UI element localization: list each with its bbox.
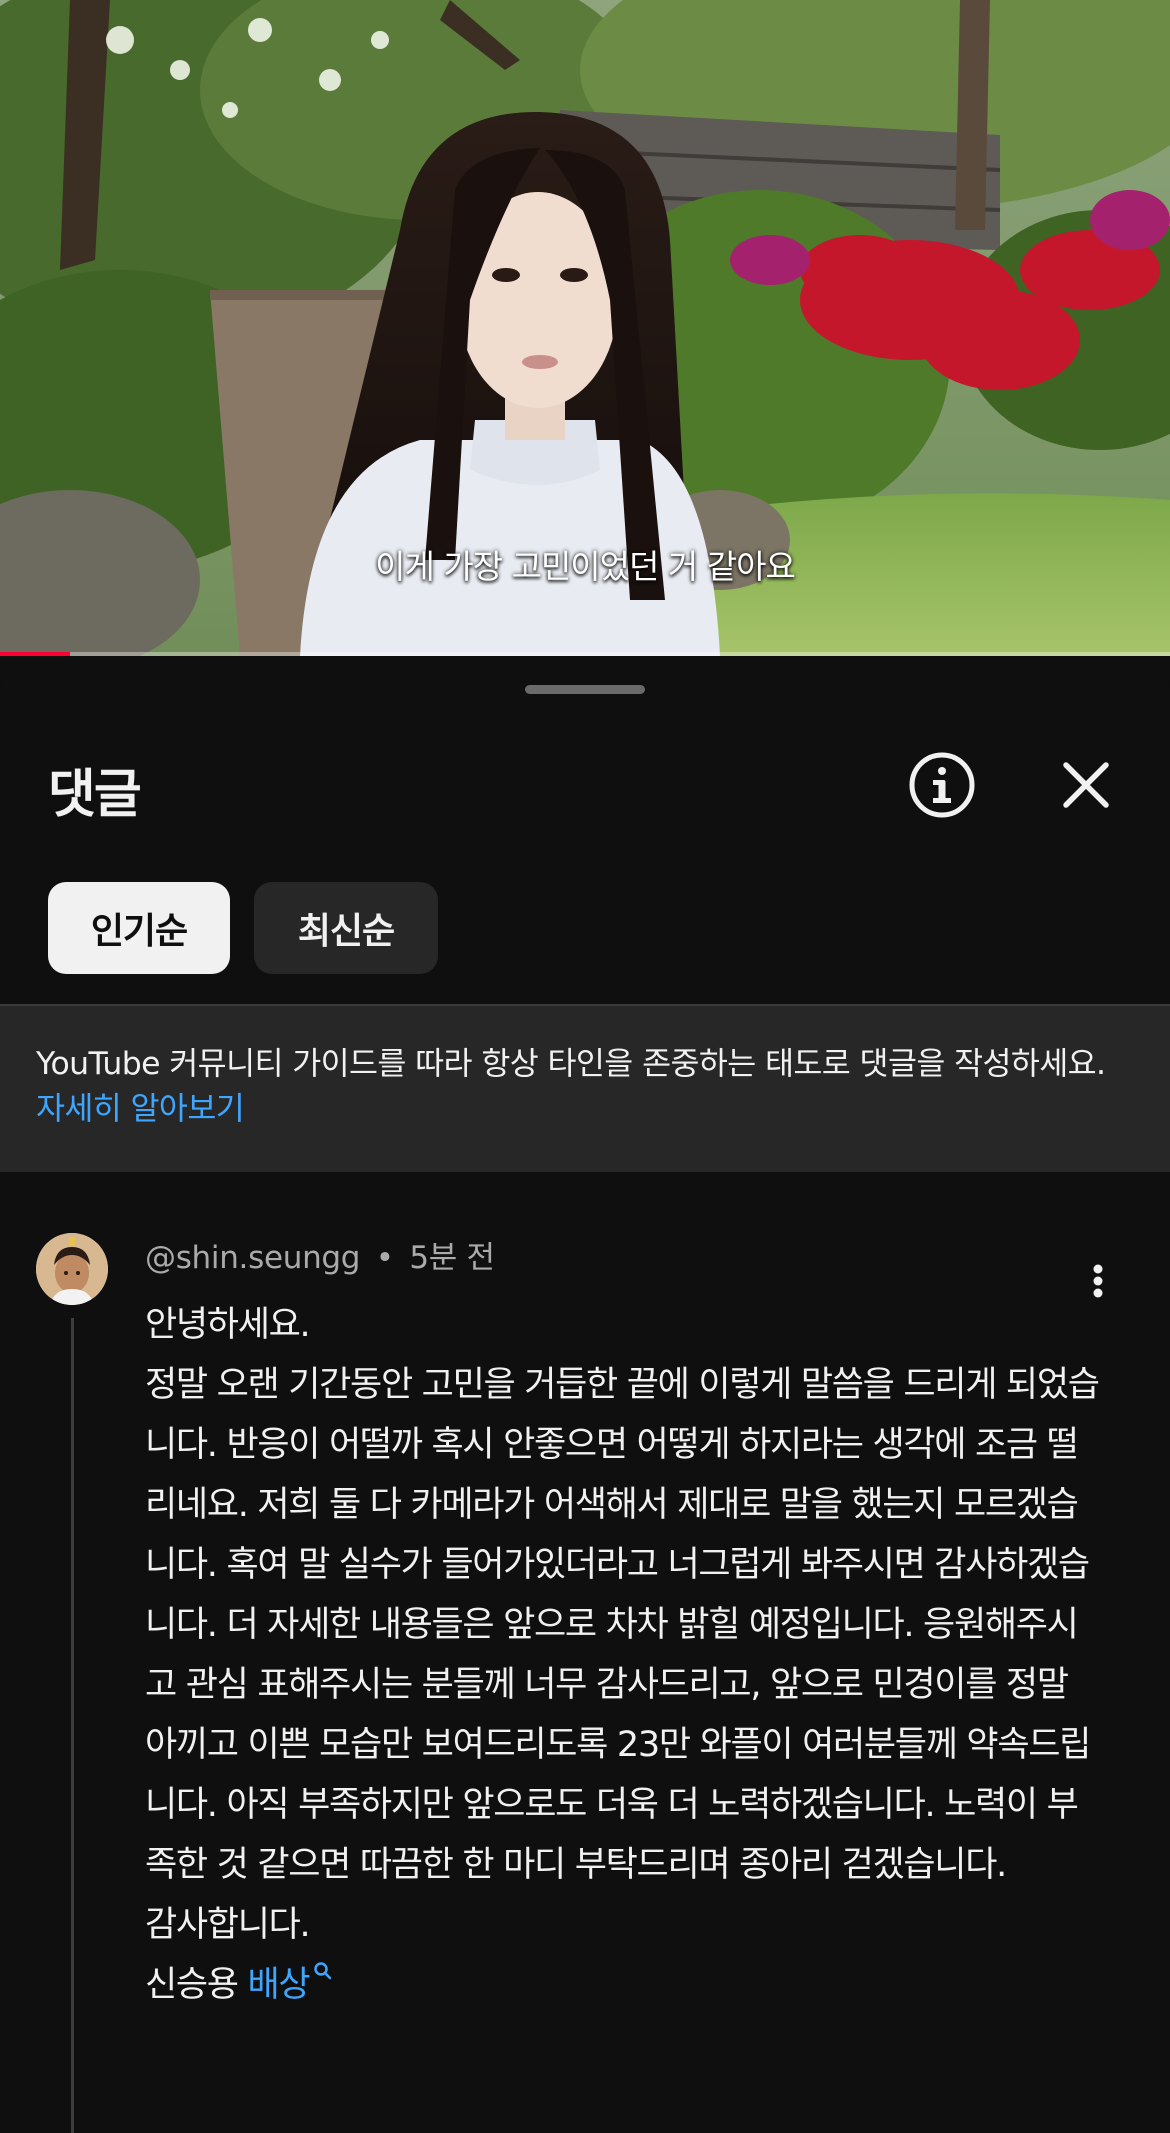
video-player[interactable]: 이게 가장 고민이었던 거 같아요 — [0, 0, 1170, 656]
comment-line-thanks: 감사합니다. — [145, 1905, 311, 1945]
reply-thread-line — [71, 1318, 74, 2133]
guideline-text: YouTube 커뮤니티 가이드를 따라 항상 타인을 존중하는 태도로 댓글을… — [36, 1046, 1106, 1082]
avatar-image — [36, 1233, 108, 1305]
comment-text: 안녕하세요. 정말 오랜 기간동안 고민을 거듭한 끝에 이렇게 말씀을 드리게… — [145, 1295, 1105, 2015]
community-guideline-banner: YouTube 커뮤니티 가이드를 따라 항상 타인을 존중하는 태도로 댓글을… — [0, 1004, 1170, 1172]
comment-line-main: 정말 오랜 기간동안 고민을 거듭한 끝에 이렇게 말씀을 드리게 되었습니다.… — [145, 1365, 1100, 1885]
video-subtitle: 이게 가장 고민이었던 거 같아요 — [375, 547, 796, 586]
comments-sheet: 댓글 인기순 최신순 YouTube 커뮤니티 가이드를 따라 항상 타인을 존… — [0, 660, 1170, 2133]
drag-handle[interactable] — [525, 685, 645, 694]
sort-chip-newest[interactable]: 최신순 — [254, 882, 438, 974]
info-button[interactable] — [902, 745, 982, 825]
sort-chip-popular[interactable]: 인기순 — [48, 882, 230, 974]
close-icon — [1063, 762, 1109, 808]
comment-signature: 신승용 배상 — [145, 1955, 1105, 2015]
close-button[interactable] — [1046, 745, 1126, 825]
learn-more-link[interactable]: 자세히 알아보기 — [36, 1091, 245, 1127]
comment-time: 5분 전 — [409, 1240, 495, 1276]
info-circle-icon — [909, 752, 975, 818]
comment-header: @shin.seungg • 5분 전 — [145, 1232, 495, 1277]
avatar[interactable] — [36, 1233, 108, 1305]
meta-separator: • — [375, 1240, 394, 1276]
search-icon — [314, 1962, 332, 1980]
sheet-title: 댓글 — [48, 765, 142, 825]
comment-line-greeting: 안녕하세요. — [145, 1305, 311, 1345]
signature-tag: 배상 — [247, 1965, 311, 2005]
video-progress-bar[interactable] — [0, 652, 1170, 656]
signature-name: 신승용 — [145, 1965, 239, 2005]
video-progress-fill — [0, 652, 71, 656]
comment-author[interactable]: @shin.seungg — [145, 1240, 360, 1276]
signature-search-link[interactable]: 배상 — [247, 1962, 334, 2005]
